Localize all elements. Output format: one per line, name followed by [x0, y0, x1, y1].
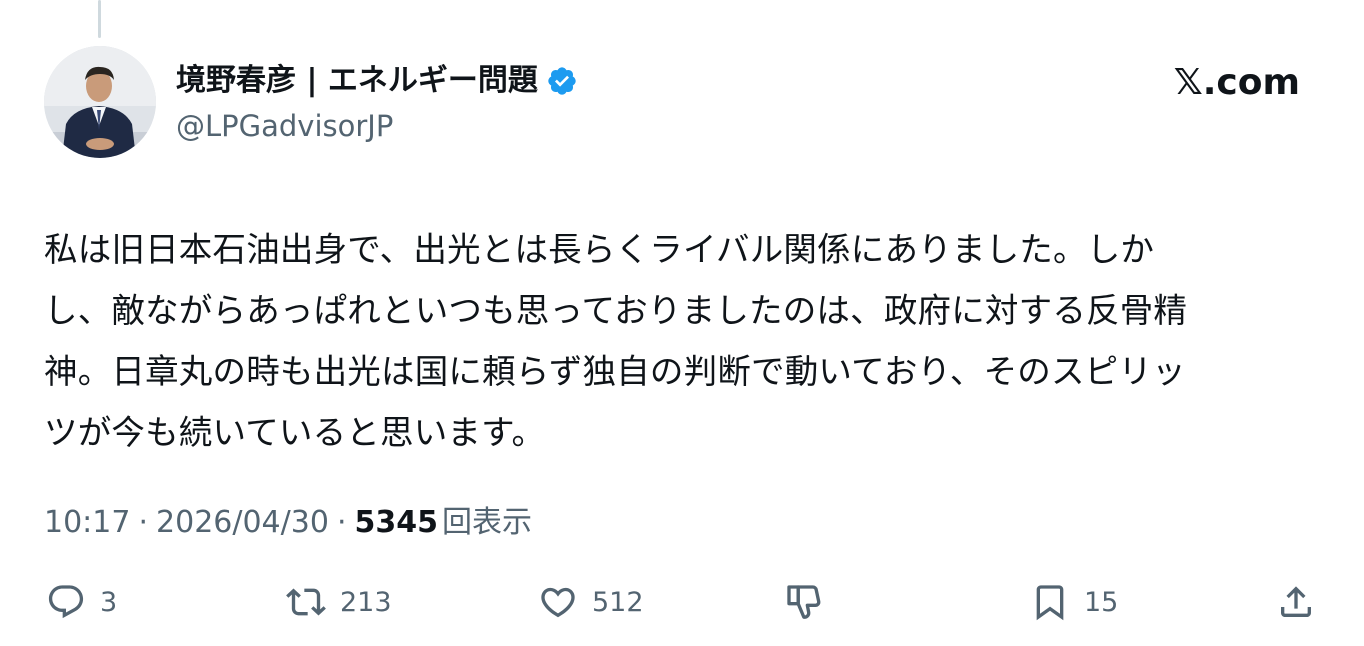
- author-handle[interactable]: @LPGadvisorJP: [176, 104, 393, 148]
- bookmark-button[interactable]: 15: [1030, 575, 1118, 629]
- tweet-time[interactable]: 10:17: [44, 500, 130, 546]
- verified-badge-icon: [548, 67, 576, 95]
- like-button[interactable]: 512: [538, 575, 644, 629]
- bookmark-count: 15: [1084, 586, 1119, 618]
- views-label: 回表示: [441, 505, 532, 540]
- meta-separator: ·: [336, 505, 347, 540]
- tweet-text-line: し、敵ながらあっぱれといつも思っておりましたのは、政府に対する反骨精: [44, 291, 1188, 330]
- views-count: 5345: [354, 505, 438, 540]
- repost-icon: [286, 588, 326, 616]
- author-display-name[interactable]: 境野春彦 | エネルギー問題: [176, 58, 538, 104]
- dislike-button[interactable]: [784, 575, 824, 629]
- author-name-row[interactable]: 境野春彦 | エネルギー問題: [176, 58, 578, 104]
- dislike-icon: [787, 585, 821, 619]
- tweet-text-line: 神。日章丸の時も出光は国に頼らず独自の判断で動いており、そのスピリッ: [44, 352, 1186, 391]
- tweet-text-line: ツが今も続いていると思います。: [44, 413, 546, 452]
- reply-count: 3: [100, 586, 118, 618]
- avatar-photo: [44, 46, 156, 158]
- repost-count: 213: [340, 586, 392, 618]
- x-logo: 𝕏.com: [1173, 61, 1300, 103]
- share-icon: [1281, 586, 1311, 617]
- reply-icon: [48, 585, 84, 619]
- tweet-date[interactable]: 2026/04/30: [156, 500, 329, 546]
- tweet-text-line: 私は旧日本石油出身で、出光とは長らくライバル関係にありました。しか: [44, 230, 1155, 269]
- like-count: 512: [592, 586, 644, 618]
- tweet-text: 私は旧日本石油出身で、出光とは長らくライバル関係にありました。しか し、敵ながら…: [44, 219, 1322, 463]
- reply-button[interactable]: 3: [46, 575, 117, 629]
- thread-connector-line: [98, 0, 101, 38]
- bookmark-icon: [1036, 585, 1064, 621]
- avatar[interactable]: [44, 46, 156, 158]
- repost-button[interactable]: 213: [286, 575, 392, 629]
- heart-icon: [541, 587, 575, 618]
- action-bar: 3 213 512 15: [0, 575, 1364, 629]
- share-button[interactable]: [1276, 575, 1316, 629]
- meta-separator: ·: [138, 505, 149, 540]
- tweet-meta: 10:17 · 2026/04/30 · 5345 回表示: [44, 500, 532, 546]
